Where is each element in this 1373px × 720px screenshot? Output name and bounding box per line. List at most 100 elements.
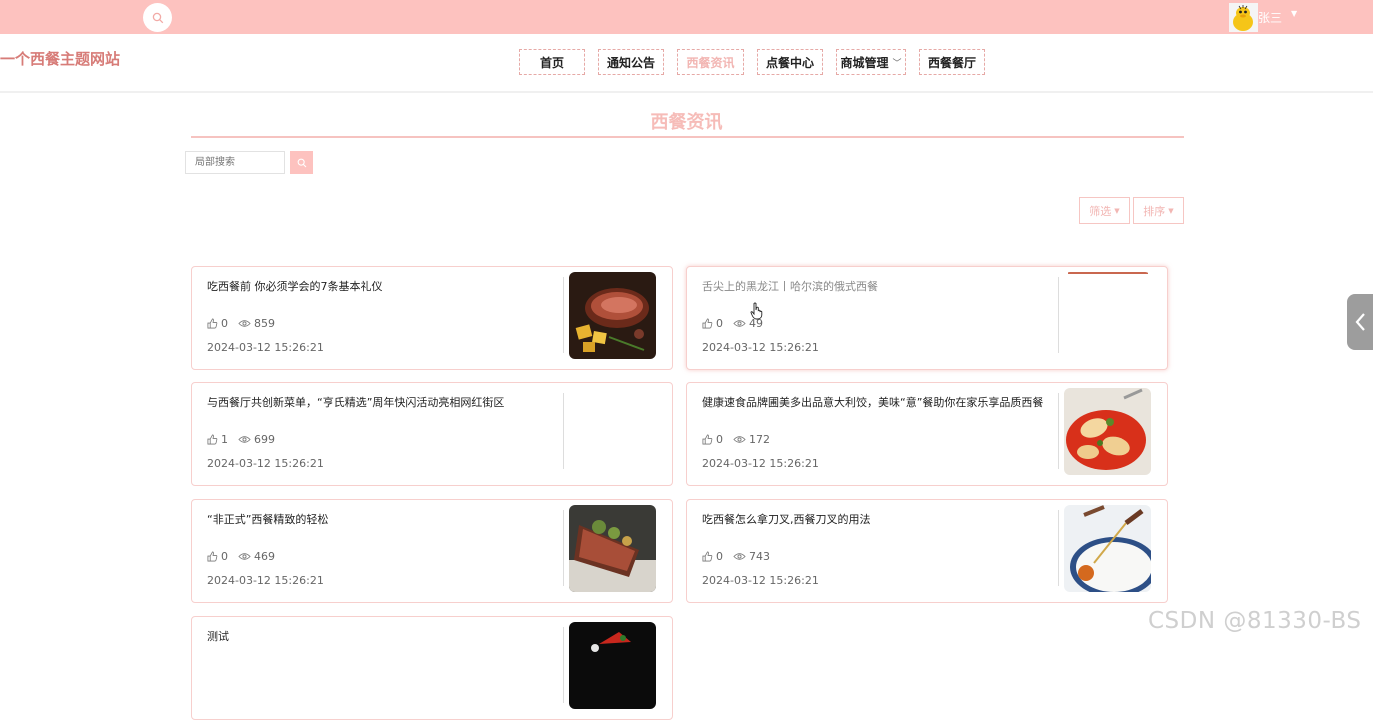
user-avatar[interactable] xyxy=(1229,3,1258,32)
article-thumbnail[interactable] xyxy=(1064,272,1151,359)
broken-image xyxy=(1064,272,1151,359)
article-card[interactable]: 吃西餐前 你必须学会的7条基本礼仪 0 859 2024-03-12 15:26… xyxy=(191,266,673,370)
nav-item-shop-management[interactable]: 商城管理 ﹀ xyxy=(836,49,906,75)
thumbs-up-icon xyxy=(702,551,713,562)
view-count: 469 xyxy=(254,550,275,563)
card-divider xyxy=(1058,393,1059,469)
fork-plate-image xyxy=(1064,505,1151,592)
nav-item-ordering[interactable]: 点餐中心 xyxy=(757,49,823,75)
like-count: 0 xyxy=(221,550,228,563)
article-date: 2024-03-12 15:26:21 xyxy=(702,457,819,470)
article-date: 2024-03-12 15:26:21 xyxy=(702,574,819,587)
article-title: 测试 xyxy=(207,630,229,643)
view-count: 172 xyxy=(749,433,770,446)
eye-icon xyxy=(238,553,251,560)
card-divider xyxy=(563,510,564,586)
search-icon xyxy=(152,12,163,23)
sort-label: 排序 xyxy=(1143,204,1166,218)
eye-icon xyxy=(733,436,746,443)
card-divider xyxy=(1058,510,1059,586)
article-date: 2024-03-12 15:26:21 xyxy=(207,574,324,587)
search-button[interactable] xyxy=(290,151,313,174)
chevron-down-icon: ﹀ xyxy=(892,58,902,69)
plated-dish-image xyxy=(569,505,656,592)
like-count: 0 xyxy=(716,550,723,563)
eye-icon xyxy=(238,320,251,327)
like-count: 0 xyxy=(716,433,723,446)
article-date: 2024-03-12 15:26:21 xyxy=(207,341,324,354)
user-menu-caret-icon[interactable]: ▼ xyxy=(1291,9,1297,18)
article-title: 舌尖上的黑龙江丨哈尔滨的俄式西餐 xyxy=(702,280,878,293)
nav-item-restaurants[interactable]: 西餐餐厅 xyxy=(919,49,985,75)
nav-item-home[interactable]: 首页 xyxy=(519,49,585,75)
article-thumbnail[interactable] xyxy=(569,505,656,592)
main-nav: 首页 通知公告 西餐资讯 点餐中心 商城管理 ﹀ 西餐餐厅 xyxy=(0,49,1373,77)
thumbs-up-icon xyxy=(207,318,218,329)
nav-item-label: 西餐餐厅 xyxy=(927,55,976,70)
hand-cursor-icon xyxy=(750,302,763,320)
card-divider xyxy=(563,393,564,469)
article-stats: 0 172 xyxy=(702,433,780,446)
like-count: 0 xyxy=(716,317,723,330)
article-date: 2024-03-12 15:26:21 xyxy=(702,341,819,354)
article-thumbnail[interactable] xyxy=(569,272,656,359)
heading-underline xyxy=(191,136,1184,138)
chevron-left-icon xyxy=(1355,313,1365,331)
article-title: 吃西餐怎么拿刀叉,西餐刀叉的用法 xyxy=(702,513,871,526)
card-divider xyxy=(1058,277,1059,353)
view-count: 859 xyxy=(254,317,275,330)
thumbs-up-icon xyxy=(207,434,218,445)
steak-image xyxy=(569,272,656,359)
article-card[interactable]: 与西餐厅共创新菜单，“亨氏精选”周年快闪活动亮相网红街区 1 699 2024-… xyxy=(191,382,673,486)
nav-item-label: 西餐资讯 xyxy=(686,55,735,70)
article-stats: 0 743 xyxy=(702,550,780,563)
search-input[interactable] xyxy=(185,151,285,174)
like-count: 1 xyxy=(221,433,228,446)
article-thumbnail[interactable] xyxy=(1064,505,1151,592)
thumbs-up-icon xyxy=(702,318,713,329)
page-title: 西餐资讯 xyxy=(650,112,723,133)
watermark: CSDN @81330-BS xyxy=(1148,608,1362,634)
eye-icon xyxy=(238,436,251,443)
avatar-image xyxy=(1229,3,1258,32)
article-stats: 0 859 xyxy=(207,317,285,330)
caret-down-icon: ▼ xyxy=(1114,206,1120,215)
dark-dish-image xyxy=(569,622,656,709)
view-count: 699 xyxy=(254,433,275,446)
article-title: 与西餐厅共创新菜单，“亨氏精选”周年快闪活动亮相网红街区 xyxy=(207,396,505,409)
username-label[interactable]: 张三 xyxy=(1258,9,1282,26)
filter-dropdown[interactable]: 筛选 ▼ xyxy=(1079,197,1130,224)
nav-divider xyxy=(0,91,1373,93)
nav-item-label: 商城管理 xyxy=(840,55,889,70)
search-icon xyxy=(297,158,306,167)
article-stats: 1 699 xyxy=(207,433,285,446)
article-card[interactable]: “非正式”西餐精致的轻松 0 469 2024-03-12 15:26:21 xyxy=(191,499,673,603)
top-bar xyxy=(0,0,1373,34)
card-divider xyxy=(563,627,564,703)
side-panel-toggle[interactable] xyxy=(1347,294,1373,350)
eye-icon xyxy=(733,553,746,560)
article-title: 健康速食品牌圃美多出品意大利饺，美味“意”餐助你在家乐享品质西餐 xyxy=(702,396,1044,409)
filter-label: 筛选 xyxy=(1089,204,1112,218)
article-card[interactable]: 吃西餐怎么拿刀叉,西餐刀叉的用法 0 743 2024-03-12 15:26:… xyxy=(686,499,1168,603)
article-thumbnail[interactable] xyxy=(1064,388,1151,475)
eye-icon xyxy=(733,320,746,327)
nav-item-label: 点餐中心 xyxy=(765,55,814,70)
article-date: 2024-03-12 15:26:21 xyxy=(207,457,324,470)
article-title: 吃西餐前 你必须学会的7条基本礼仪 xyxy=(207,280,383,293)
article-stats: 0 469 xyxy=(207,550,285,563)
article-card[interactable]: 测试 xyxy=(191,616,673,720)
top-search-button[interactable] xyxy=(143,3,172,32)
nav-item-label: 通知公告 xyxy=(606,55,655,70)
article-card[interactable]: 健康速食品牌圃美多出品意大利饺，美味“意”餐助你在家乐享品质西餐 0 172 2… xyxy=(686,382,1168,486)
article-thumbnail[interactable] xyxy=(569,622,656,709)
nav-item-label: 首页 xyxy=(539,55,564,70)
nav-item-news[interactable]: 西餐资讯 xyxy=(677,49,744,75)
nav-item-notices[interactable]: 通知公告 xyxy=(598,49,664,75)
ravioli-image xyxy=(1064,388,1151,475)
sort-dropdown[interactable]: 排序 ▼ xyxy=(1133,197,1184,224)
card-divider xyxy=(563,277,564,353)
view-count: 743 xyxy=(749,550,770,563)
caret-down-icon: ▼ xyxy=(1168,206,1174,215)
thumbs-up-icon xyxy=(702,434,713,445)
